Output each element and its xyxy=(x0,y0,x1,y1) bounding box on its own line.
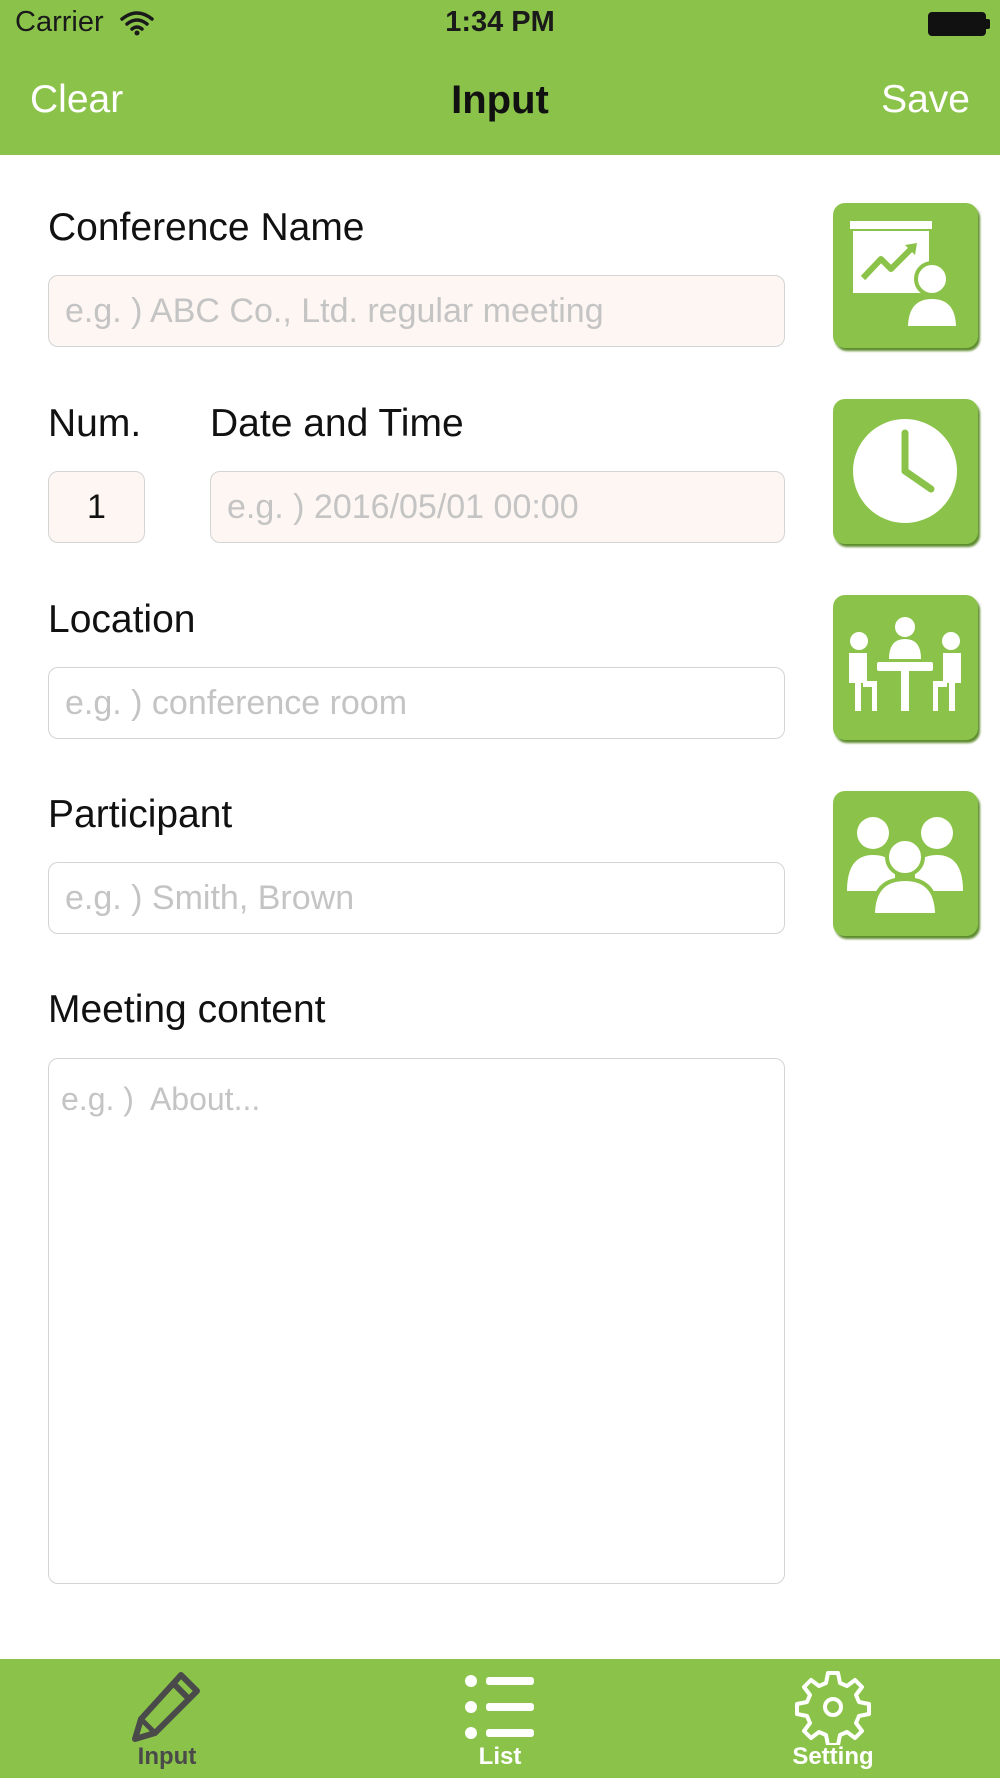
participant-input[interactable] xyxy=(48,862,785,934)
pencil-icon xyxy=(132,1672,200,1742)
meeting-content-textarea[interactable] xyxy=(48,1058,785,1584)
top-bar: Carrier 1:34 PM Clear Input Save xyxy=(0,0,1000,155)
location-input[interactable] xyxy=(48,667,785,739)
tab-bar: Input List Setting xyxy=(0,1659,1000,1778)
gear-icon xyxy=(795,1671,871,1745)
date-time-label: Date and Time xyxy=(210,402,464,445)
tab-input-label: Input xyxy=(137,1743,197,1770)
date-time-input[interactable] xyxy=(210,471,785,543)
conference-name-label: Conference Name xyxy=(48,206,365,249)
status-time: 1:34 PM xyxy=(445,6,555,38)
save-button[interactable]: Save xyxy=(881,78,970,122)
battery-icon xyxy=(928,12,990,36)
location-label: Location xyxy=(48,598,196,641)
group-icon[interactable] xyxy=(833,791,978,936)
conference-name-input[interactable] xyxy=(48,275,785,347)
participant-label: Participant xyxy=(48,793,233,836)
tab-list-label: List xyxy=(478,1743,522,1770)
tab-input[interactable]: Input xyxy=(67,1659,267,1778)
meeting-table-icon[interactable] xyxy=(833,595,978,740)
list-icon xyxy=(465,1675,534,1739)
presentation-icon[interactable] xyxy=(833,203,978,348)
tab-list[interactable]: List xyxy=(400,1659,600,1778)
meeting-content-label: Meeting content xyxy=(48,988,326,1031)
tab-setting-label: Setting xyxy=(792,1743,874,1770)
clock-icon[interactable] xyxy=(833,399,978,544)
num-input[interactable] xyxy=(48,471,145,543)
page-title: Input xyxy=(451,78,549,122)
num-label: Num. xyxy=(48,402,142,445)
tab-setting[interactable]: Setting xyxy=(733,1659,933,1778)
